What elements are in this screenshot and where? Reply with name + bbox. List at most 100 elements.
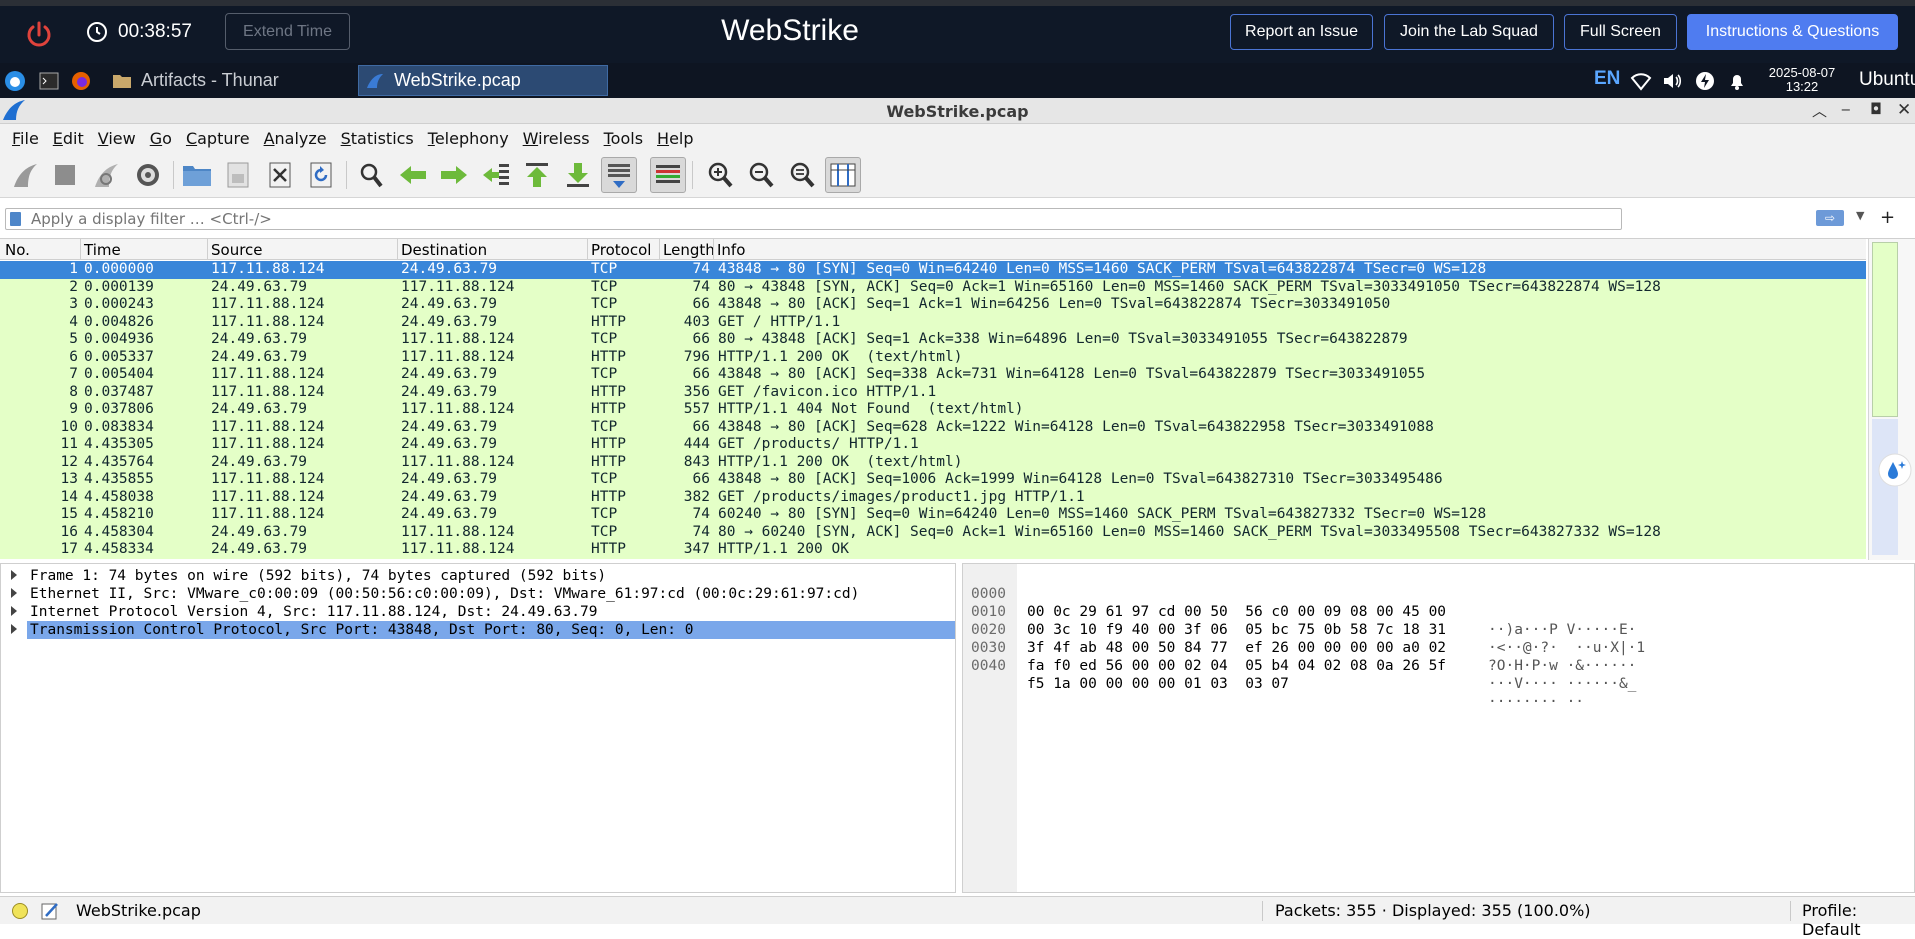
packet-row[interactable]: 3 0.000243 117.11.88.124 24.49.63.79 TCP 4384… xyxy=(0,296,1866,314)
packet-row[interactable]: 12 4.435764 24.49.63.79 117.11.88.124 HTTP HT… xyxy=(0,453,1866,471)
menu-view[interactable]: View xyxy=(91,129,143,148)
open-file-button[interactable] xyxy=(179,157,215,193)
go-to-packet-button[interactable] xyxy=(478,157,514,193)
packet-row-selected[interactable]: 1 0.000000 117.11.88.124 24.49.63.79 TCP 4384… xyxy=(0,261,1866,279)
expand-arrow-icon[interactable] xyxy=(11,570,17,580)
bytes-ascii[interactable]: ···V···· ······&_ xyxy=(1488,675,1636,693)
column-header-source[interactable]: Source xyxy=(211,241,263,259)
zoom-out-button[interactable] xyxy=(743,157,779,193)
column-header-protocol[interactable]: Protocol xyxy=(591,241,651,259)
network-icon[interactable] xyxy=(1630,70,1652,92)
taskbar-item-thunar[interactable]: Artifacts - Thunar xyxy=(106,65,356,96)
menu-capture[interactable]: Capture xyxy=(179,129,257,148)
zoom-in-button[interactable] xyxy=(702,157,738,193)
scrollbar-thumb[interactable] xyxy=(1872,242,1898,417)
go-forward-button[interactable] xyxy=(436,157,472,193)
detail-tree-item-selected[interactable]: Transmission Control Protocol, Src Port:… xyxy=(1,621,955,639)
colorize-button[interactable] xyxy=(650,157,686,193)
bytes-row[interactable]: 0030 fa f0 ed 56 00 00 02 04 05 b4 04 02… xyxy=(963,621,1636,692)
resize-columns-button[interactable] xyxy=(825,157,861,193)
bytes-hex[interactable]: fa f0 ed 56 00 00 02 04 05 b4 04 02 08 0… xyxy=(1027,657,1446,675)
extend-time-button[interactable]: Extend Time xyxy=(225,13,350,50)
packet-row[interactable]: 17 4.458334 24.49.63.79 117.11.88.124 HTTP HT… xyxy=(0,541,1866,559)
bytes-hex[interactable]: 00 3c 10 f9 40 00 3f 06 05 bc 75 0b 58 7… xyxy=(1027,621,1446,639)
column-header-time[interactable]: Time xyxy=(84,241,121,259)
packet-row[interactable]: 15 4.458210 117.11.88.124 24.49.63.79 TCP 602… xyxy=(0,506,1866,524)
volume-icon[interactable] xyxy=(1661,70,1683,92)
shade-icon[interactable]: ︿ xyxy=(1812,100,1827,121)
bytes-ascii[interactable]: ········ ·· xyxy=(1488,693,1584,711)
start-capture-button[interactable] xyxy=(7,157,43,193)
last-packet-button[interactable] xyxy=(560,157,596,193)
firefox-icon[interactable] xyxy=(70,70,92,92)
taskbar-item-wireshark[interactable]: WebStrike.pcap xyxy=(358,65,608,96)
terminal-icon[interactable] xyxy=(38,70,60,92)
report-issue-button[interactable]: Report an Issue xyxy=(1230,14,1373,50)
bytes-row[interactable]: 0020 3f 4f ab 48 00 50 84 77 ef 26 00 00… xyxy=(963,603,1636,674)
detail-tree-item[interactable]: Frame 1: 74 bytes on wire (592 bits), 74… xyxy=(1,567,955,585)
capture-options-button[interactable] xyxy=(130,157,166,193)
menu-help[interactable]: Help xyxy=(650,129,700,148)
packet-row[interactable]: 13 4.435855 117.11.88.124 24.49.63.79 TCP 438… xyxy=(0,471,1866,489)
autoscroll-button[interactable] xyxy=(601,157,637,193)
menu-tools[interactable]: Tools xyxy=(597,129,650,148)
first-packet-button[interactable] xyxy=(519,157,555,193)
apply-filter-arrow-icon[interactable]: ⇨ xyxy=(1816,210,1844,226)
expert-info-icon[interactable] xyxy=(12,903,28,919)
packet-row[interactable]: 8 0.037487 117.11.88.124 24.49.63.79 HTTP GET… xyxy=(0,383,1866,401)
expand-arrow-icon[interactable] xyxy=(11,624,17,634)
full-screen-button[interactable]: Full Screen xyxy=(1564,14,1677,50)
column-header-length[interactable]: Length xyxy=(663,241,715,259)
detail-tree-item[interactable]: Ethernet II, Src: VMware_c0:00:09 (00:50… xyxy=(1,585,955,603)
save-file-button[interactable] xyxy=(220,157,256,193)
menu-wireless[interactable]: Wireless xyxy=(516,129,597,148)
user-menu[interactable]: Ubuntu xyxy=(1859,69,1915,91)
bytes-hex[interactable]: 3f 4f ab 48 00 50 84 77 ef 26 00 00 00 0… xyxy=(1027,639,1446,657)
packet-row[interactable]: 10 0.083834 117.11.88.124 24.49.63.79 TCP 438… xyxy=(0,418,1866,436)
column-header-destination[interactable]: Destination xyxy=(401,241,487,259)
keyboard-layout[interactable]: EN xyxy=(1594,68,1620,90)
floating-drop-icon[interactable] xyxy=(1878,453,1912,487)
notification-bell-icon[interactable] xyxy=(1726,70,1748,92)
packet-row[interactable]: 11 4.435305 117.11.88.124 24.49.63.79 HTTP GE… xyxy=(0,436,1866,454)
normal-size-button[interactable] xyxy=(784,157,820,193)
capture-comment-icon[interactable] xyxy=(40,901,60,921)
instructions-questions-button[interactable]: Instructions & Questions xyxy=(1687,14,1898,50)
packet-list-scrollbar[interactable] xyxy=(1868,239,1915,560)
go-back-button[interactable] xyxy=(395,157,431,193)
column-header-info[interactable]: Info xyxy=(717,241,745,259)
panel-clock[interactable]: 2025-08-07 13:22 xyxy=(1764,66,1840,94)
restart-capture-button[interactable] xyxy=(88,157,124,193)
packet-minimap[interactable] xyxy=(1872,419,1898,555)
expand-arrow-icon[interactable] xyxy=(11,588,17,598)
menu-statistics[interactable]: Statistics xyxy=(334,129,421,148)
bytes-hex[interactable]: f5 1a 00 00 00 00 01 03 03 07 xyxy=(1027,675,1289,693)
bytes-ascii[interactable]: ··)a···P V·····E· xyxy=(1488,621,1636,639)
packet-row[interactable]: 5 0.004936 24.49.63.79 117.11.88.124 TCP 80 →… xyxy=(0,331,1866,349)
menu-go[interactable]: Go xyxy=(143,129,179,148)
bytes-hex[interactable]: 00 0c 29 61 97 cd 00 50 56 c0 00 09 08 0… xyxy=(1027,603,1446,621)
detail-tree-item[interactable]: Internet Protocol Version 4, Src: 117.11… xyxy=(1,603,955,621)
add-filter-button-plus-icon[interactable]: + xyxy=(1880,207,1895,228)
packet-row[interactable]: 4 0.004826 117.11.88.124 24.49.63.79 HTTP GET… xyxy=(0,313,1866,331)
menu-file[interactable]: File xyxy=(5,129,46,148)
app-menu-icon[interactable] xyxy=(4,70,26,92)
minimize-icon[interactable]: ‒ xyxy=(1841,100,1851,118)
bookmark-icon[interactable] xyxy=(10,212,21,226)
status-profile[interactable]: Profile: Default xyxy=(1802,901,1915,939)
reload-file-button[interactable] xyxy=(303,157,339,193)
bytes-ascii[interactable]: ·<··@·?· ··u·X|·1 xyxy=(1488,639,1645,657)
stop-capture-button[interactable] xyxy=(47,157,83,193)
find-packet-button[interactable] xyxy=(353,157,389,193)
packet-row[interactable]: 2 0.000139 24.49.63.79 117.11.88.124 TCP 80 →… xyxy=(0,278,1866,296)
join-lab-squad-button[interactable]: Join the Lab Squad xyxy=(1384,14,1554,50)
close-file-button[interactable] xyxy=(262,157,298,193)
bytes-row[interactable]: 0000 00 0c 29 61 97 cd 00 50 56 c0 00 09… xyxy=(963,567,1636,638)
column-header-no[interactable]: No. xyxy=(5,241,30,259)
packet-row[interactable]: 16 4.458304 24.49.63.79 117.11.88.124 TCP 80 … xyxy=(0,523,1866,541)
packet-row[interactable]: 7 0.005404 117.11.88.124 24.49.63.79 TCP 4384… xyxy=(0,366,1866,384)
maximize-icon[interactable]: ◘ xyxy=(1870,100,1882,118)
filter-history-chevron-down-icon[interactable]: ▼ xyxy=(1856,209,1864,222)
expand-arrow-icon[interactable] xyxy=(11,606,17,616)
menu-analyze[interactable]: Analyze xyxy=(257,129,334,148)
